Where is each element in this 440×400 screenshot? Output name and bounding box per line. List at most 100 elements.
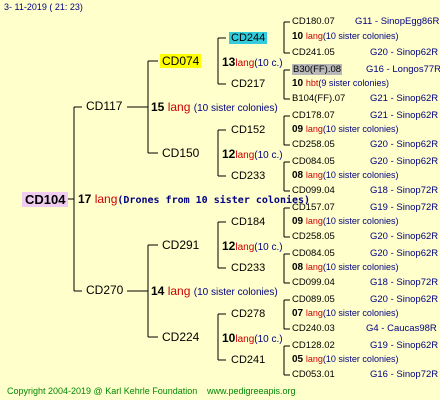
gen2-count-2: 12 <box>222 147 236 161</box>
gen1-drone-info-2: 14 lang (10 sister colonies) <box>151 285 278 298</box>
gen4-queen-6: CD258.05 <box>292 139 335 150</box>
gen3-count-5: 09 <box>292 216 304 227</box>
gen4-queen-9: CD157.07 <box>292 202 335 213</box>
gen3-queen-8: CD241 <box>231 354 266 366</box>
gen2-count-3: 12 <box>222 239 236 253</box>
gen3-sister-5: (10 sister colonies) <box>322 216 399 226</box>
gen4-code-3: G16 - Longos77R <box>366 64 440 75</box>
root-sister: (Drones from 10 sister colonies) <box>117 195 311 206</box>
gen4-queen-4: B104(FF).07 <box>292 93 346 104</box>
gen4-queen-5: CD178.07 <box>292 110 335 121</box>
gen2-queen-2: CD150 <box>162 146 200 160</box>
gen4-code-1: G11 - SinopEgg86R <box>355 16 440 27</box>
gen3-drone-info-8: 05 lang(10 sister colonies) <box>292 355 398 365</box>
gen3-drone-info-5: 09 lang(10 sister colonies) <box>292 217 398 227</box>
gen4-code-13: G20 - Sinop62R <box>370 294 439 305</box>
gen4-queen-7: CD084.05 <box>292 156 335 167</box>
gen4-code-12: G18 - Sinop72R <box>370 277 439 288</box>
gen3-queen-1: CD244 <box>229 32 268 44</box>
gen4-code-8: G18 - Sinop72R <box>370 185 439 196</box>
gen4-code-16: G16 - Sinop72R <box>370 369 439 380</box>
gen3-sister-8: (10 sister colonies) <box>322 354 399 364</box>
gen3-lang-4: lang <box>305 170 323 180</box>
gen2-lang-1: lang <box>235 58 255 69</box>
gen4-queen-3: B30(FF).08 <box>292 64 343 75</box>
pedigree-page: 3- 11-2019 ( 21: 23) CD104 17 lang(Drone… <box>0 0 440 400</box>
gen3-queen-5: CD184 <box>231 216 266 228</box>
gen4-queen-14: CD240.03 <box>292 323 335 334</box>
footer-url[interactable]: www.pedigreeapis.org <box>207 387 296 396</box>
gen3-lang-2: hbt <box>305 78 319 88</box>
gen3-count-1: 10 <box>292 31 304 42</box>
gen3-count-4: 08 <box>292 170 304 181</box>
gen1-lang-1: lang <box>167 100 191 114</box>
gen4-code-5: G21 - Sinop62R <box>370 110 439 121</box>
root-lang: lang <box>94 192 118 206</box>
gen1-queen-1: CD117 <box>86 99 123 113</box>
gen2-sister-3: (10 c.) <box>254 242 283 253</box>
root-drone-info: 17 lang(Drones from 10 sister colonies) <box>78 193 310 206</box>
gen3-queen-4: CD233 <box>231 170 266 182</box>
gen2-drone-info-4: 10lang(10 c.) <box>222 332 283 345</box>
gen4-queen-8: CD099.04 <box>292 185 335 196</box>
gen2-sister-2: (10 c.) <box>254 150 283 161</box>
gen3-lang-1: lang <box>305 31 323 41</box>
gen1-queen-2: CD270 <box>86 283 124 297</box>
gen4-code-10: G20 - Sinop62R <box>370 231 439 242</box>
gen4-queen-1: CD180.07 <box>292 16 335 27</box>
gen4-queen-16: CD053.01 <box>292 369 335 380</box>
gen3-count-3: 09 <box>292 124 304 135</box>
gen4-code-6: G20 - Sinop62R <box>370 139 439 150</box>
gen3-sister-2: (9 sister colonies) <box>318 78 389 88</box>
gen3-queen-3: CD152 <box>231 124 266 136</box>
gen4-queen-12: CD099.04 <box>292 277 335 288</box>
gen2-sister-1: (10 c.) <box>254 58 283 69</box>
gen3-lang-5: lang <box>305 216 323 226</box>
gen4-code-7: G20 - Sinop62R <box>370 156 439 167</box>
gen4-code-4: G21 - Sinop62R <box>370 93 439 104</box>
gen1-sister-2: (10 sister colonies) <box>193 287 278 298</box>
gen2-lang-4: lang <box>235 334 255 345</box>
gen3-sister-4: (10 sister colonies) <box>322 170 399 180</box>
gen3-drone-info-1: 10 lang(10 sister colonies) <box>292 32 398 42</box>
gen4-code-14: G4 - Caucas98R <box>366 323 437 334</box>
gen2-lang-2: lang <box>235 150 255 161</box>
gen2-count-1: 13 <box>222 55 236 69</box>
gen3-sister-3: (10 sister colonies) <box>322 124 399 134</box>
gen2-queen-1: CD074 <box>160 54 202 68</box>
gen2-queen-4: CD224 <box>162 330 200 344</box>
gen3-count-7: 07 <box>292 308 304 319</box>
gen3-queen-7: CD278 <box>231 308 266 320</box>
gen2-count-4: 10 <box>222 331 236 345</box>
gen2-drone-info-1: 13lang(10 c.) <box>222 56 283 69</box>
gen4-code-15: G19 - Sinop62R <box>370 340 439 351</box>
gen3-queen-2: CD217 <box>231 78 266 90</box>
gen3-lang-3: lang <box>305 124 323 134</box>
gen3-count-2: 10 <box>292 78 304 89</box>
gen2-lang-3: lang <box>235 242 255 253</box>
gen3-sister-1: (10 sister colonies) <box>322 31 399 41</box>
gen4-queen-15: CD128.02 <box>292 340 335 351</box>
gen3-drone-info-4: 08 lang(10 sister colonies) <box>292 171 398 181</box>
gen3-lang-8: lang <box>305 354 323 364</box>
gen3-sister-6: (10 sister colonies) <box>322 262 399 272</box>
gen1-count-2: 14 <box>151 284 165 298</box>
date-stamp: 3- 11-2019 ( 21: 23) <box>4 2 83 12</box>
gen4-queen-11: CD084.05 <box>292 248 335 259</box>
gen2-drone-info-3: 12lang(10 c.) <box>222 240 283 253</box>
gen3-count-8: 05 <box>292 354 304 365</box>
gen4-code-11: G20 - Sinop62R <box>370 248 439 259</box>
gen1-sister-1: (10 sister colonies) <box>193 103 278 114</box>
gen3-lang-7: lang <box>305 308 323 318</box>
gen1-drone-info-1: 15 lang (10 sister colonies) <box>151 101 278 114</box>
gen4-queen-13: CD089.05 <box>292 294 335 305</box>
gen2-queen-3: CD291 <box>162 238 200 252</box>
gen2-sister-4: (10 c.) <box>254 334 283 345</box>
gen3-drone-info-6: 08 lang(10 sister colonies) <box>292 263 398 273</box>
root-count: 17 <box>78 192 92 206</box>
gen3-count-6: 08 <box>292 262 304 273</box>
gen3-drone-info-7: 07 lang(10 sister colonies) <box>292 309 398 319</box>
gen3-drone-info-3: 09 lang(10 sister colonies) <box>292 125 398 135</box>
root-queen: CD104 <box>22 192 69 207</box>
gen3-drone-info-2: 10 hbt(9 sister colonies) <box>292 79 389 89</box>
